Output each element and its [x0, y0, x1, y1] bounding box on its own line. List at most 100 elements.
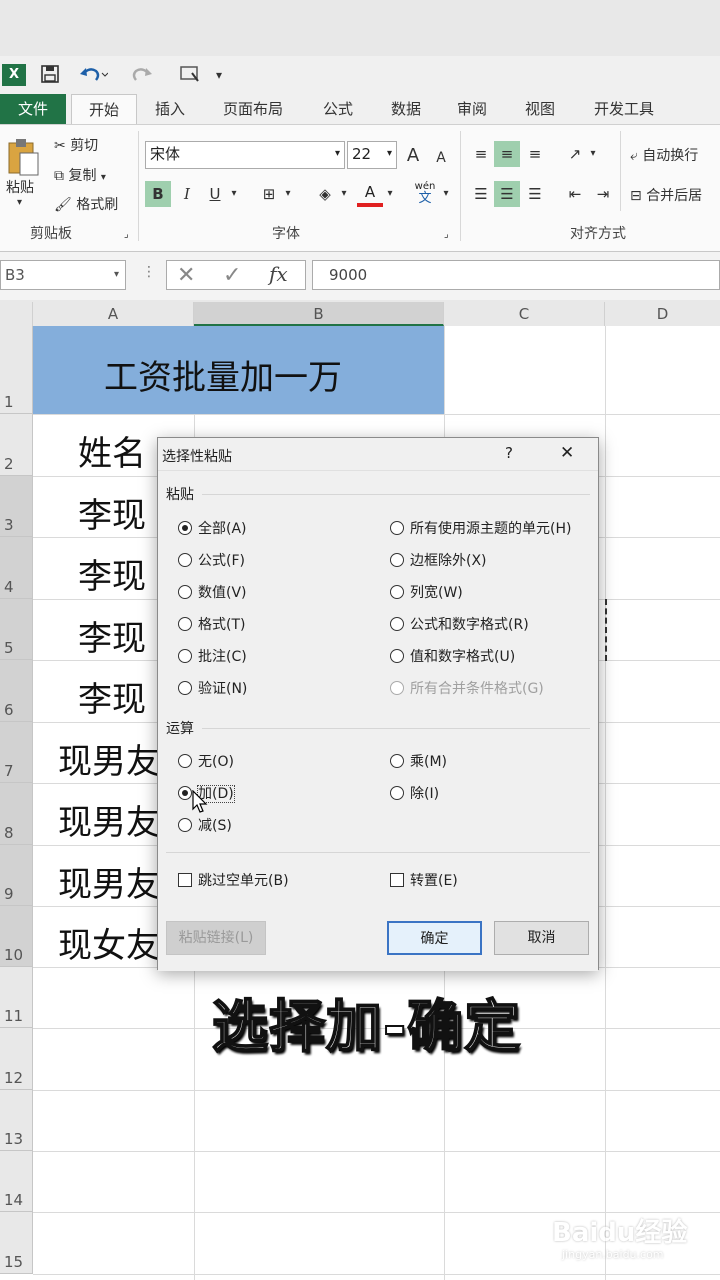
column-header-d[interactable]: D [605, 302, 720, 326]
bold-button[interactable]: B [145, 181, 171, 207]
confirm-entry-icon[interactable]: ✓ [223, 263, 241, 288]
radio-op-divide[interactable]: 除(I) [390, 785, 439, 803]
underline-dropdown-icon[interactable]: ▾ [226, 181, 242, 207]
row-header[interactable]: 11 [0, 967, 33, 1028]
borders-button[interactable]: ⊞ [256, 181, 282, 207]
undo-icon[interactable] [76, 64, 110, 86]
close-icon[interactable]: ✕ [560, 443, 574, 463]
cell-a4[interactable]: 李现 [78, 549, 146, 598]
font-size-combo[interactable]: 22 ▾ [347, 141, 397, 169]
radio-paste-formulas-numbers[interactable]: 公式和数字格式(R) [390, 616, 529, 634]
formula-input[interactable]: 9000 [312, 260, 720, 290]
underline-button[interactable]: U [202, 181, 228, 207]
name-box[interactable]: B3 ▾ [0, 260, 126, 290]
insert-function-button[interactable]: fx [269, 262, 288, 286]
tab-data[interactable]: 数据 [380, 94, 432, 124]
cancel-entry-icon[interactable]: ✕ [177, 263, 195, 288]
paste-icon[interactable] [6, 137, 40, 177]
orientation-icon[interactable]: ↗ [562, 141, 588, 167]
column-header-c[interactable]: C [444, 302, 605, 326]
radio-paste-source-theme[interactable]: 所有使用源主题的单元(H) [390, 520, 571, 538]
save-icon[interactable] [38, 64, 62, 86]
tab-formulas[interactable]: 公式 [312, 94, 364, 124]
tab-file[interactable]: 文件 [0, 94, 66, 124]
radio-paste-column-widths[interactable]: 列宽(W) [390, 584, 463, 602]
tab-view[interactable]: 视图 [514, 94, 566, 124]
cell-a10[interactable]: 现女友 [58, 918, 160, 967]
paste-button[interactable]: 粘贴 [6, 177, 34, 197]
radio-op-multiply[interactable]: 乘(M) [390, 753, 447, 771]
radio-paste-comments[interactable]: 批注(C) [178, 648, 247, 666]
row-header[interactable]: 8 [0, 783, 33, 845]
wrap-text-button[interactable]: ⤶ 自动换行 [630, 145, 698, 165]
font-color-dropdown-icon[interactable]: ▾ [382, 181, 398, 207]
radio-paste-all[interactable]: 全部(A) [178, 520, 247, 538]
row-header[interactable]: 4 [0, 537, 33, 599]
phonetic-dropdown-icon[interactable]: ▾ [438, 181, 454, 207]
decrease-indent-icon[interactable]: ⇤ [562, 181, 588, 207]
tab-review[interactable]: 审阅 [446, 94, 498, 124]
select-all-corner[interactable] [0, 302, 33, 326]
shrink-font-button[interactable]: A [428, 145, 454, 171]
font-name-combo[interactable]: 宋体 ▾ [145, 141, 345, 169]
ok-button[interactable]: 确定 [387, 921, 482, 955]
align-right-icon[interactable]: ☰ [522, 181, 548, 207]
radio-paste-values[interactable]: 数值(V) [178, 584, 247, 602]
align-center-icon[interactable]: ☰ [494, 181, 520, 207]
font-launcher-icon[interactable]: ⌟ [444, 229, 449, 240]
cut-button[interactable]: ✂ 剪切 [54, 135, 98, 155]
cell-a6[interactable]: 李现 [78, 672, 146, 721]
tab-developer[interactable]: 开发工具 [586, 94, 662, 124]
font-color-button[interactable]: A [357, 181, 383, 207]
cell-a3[interactable]: 李现 [78, 488, 146, 537]
touch-mode-icon[interactable] [176, 64, 210, 86]
radio-paste-no-borders[interactable]: 边框除外(X) [390, 552, 487, 570]
align-left-icon[interactable]: ☰ [468, 181, 494, 207]
redo-icon[interactable] [126, 64, 160, 86]
italic-button[interactable]: I [174, 181, 200, 207]
format-painter-button[interactable]: 🖌 格式刷 [54, 194, 118, 214]
align-middle-icon[interactable]: ≡ [494, 141, 520, 167]
radio-paste-values-numbers[interactable]: 值和数字格式(U) [390, 648, 515, 666]
increase-indent-icon[interactable]: ⇥ [590, 181, 616, 207]
cell-a7[interactable]: 现男友 [58, 734, 160, 783]
radio-paste-validation[interactable]: 验证(N) [178, 680, 247, 698]
phonetic-button[interactable]: wén 文 [410, 181, 440, 209]
row-header[interactable]: 9 [0, 845, 33, 906]
row-header[interactable]: 15 [0, 1212, 33, 1274]
radio-paste-formulas[interactable]: 公式(F) [178, 552, 245, 570]
checkbox-transpose[interactable]: 转置(E) [390, 872, 458, 890]
radio-op-subtract[interactable]: 减(S) [178, 817, 232, 835]
grow-font-button[interactable]: A [400, 143, 426, 169]
orientation-dropdown-icon[interactable]: ▾ [586, 141, 600, 167]
row-header[interactable]: 12 [0, 1028, 33, 1090]
tab-page-layout[interactable]: 页面布局 [214, 94, 292, 124]
fill-color-dropdown-icon[interactable]: ▾ [336, 181, 352, 207]
row-header[interactable]: 2 [0, 414, 33, 476]
radio-paste-formats[interactable]: 格式(T) [178, 616, 245, 634]
radio-op-none[interactable]: 无(O) [178, 753, 234, 771]
tab-home[interactable]: 开始 [71, 94, 137, 125]
row-header[interactable]: 13 [0, 1090, 33, 1151]
checkbox-skip-blanks[interactable]: 跳过空单元(B) [178, 872, 289, 890]
cancel-button[interactable]: 取消 [494, 921, 589, 955]
column-header-b[interactable]: B [194, 302, 444, 326]
clipboard-launcher-icon[interactable]: ⌟ [124, 229, 129, 240]
align-top-icon[interactable]: ≡ [468, 141, 494, 167]
copy-button[interactable]: ⧉ 复制 ▾ [54, 165, 106, 185]
customize-qat-icon[interactable]: ▾ [212, 64, 226, 86]
tab-insert[interactable]: 插入 [144, 94, 196, 124]
row-header[interactable]: 1 [0, 326, 33, 414]
row-header[interactable]: 6 [0, 660, 33, 722]
align-bottom-icon[interactable]: ≡ [522, 141, 548, 167]
cell-a8[interactable]: 现男友 [58, 795, 160, 844]
row-header[interactable]: 14 [0, 1151, 33, 1212]
cell-a9[interactable]: 现男友 [58, 857, 160, 906]
cell-a5[interactable]: 李现 [78, 611, 146, 660]
row-header[interactable]: 10 [0, 906, 33, 967]
column-header-a[interactable]: A [33, 302, 194, 326]
fill-color-button[interactable]: ◈ [312, 181, 338, 207]
row-header[interactable]: 3 [0, 476, 33, 537]
paste-dropdown-icon[interactable]: ▾ [17, 197, 22, 208]
borders-dropdown-icon[interactable]: ▾ [280, 181, 296, 207]
